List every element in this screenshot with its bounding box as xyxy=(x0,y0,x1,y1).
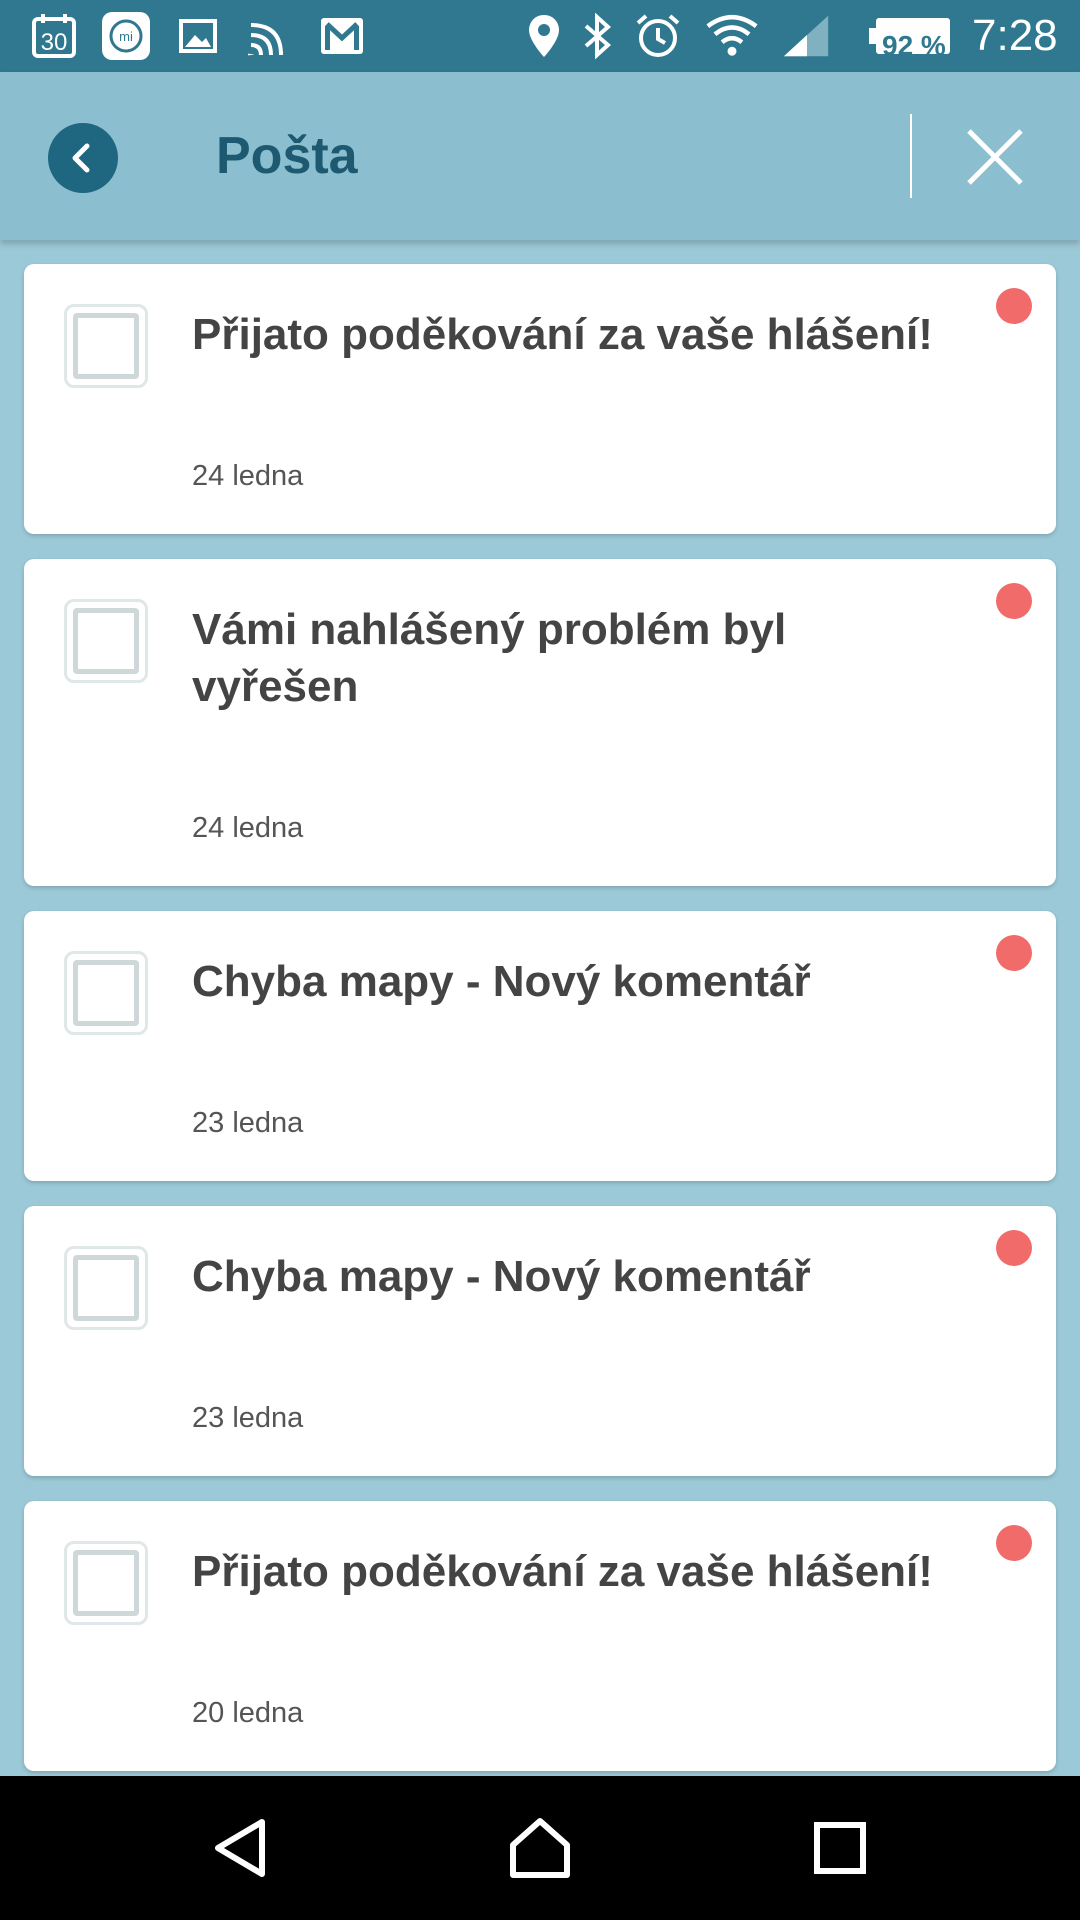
alarm-icon xyxy=(632,10,684,62)
message-title: Přijato poděkování za vaše hlášení! xyxy=(192,1547,933,1596)
svg-text:mi: mi xyxy=(119,29,133,44)
unread-indicator xyxy=(996,583,1032,619)
message-title: Vámi nahlášený problém byl vyřešen xyxy=(192,605,787,711)
message-date: 20 ledna xyxy=(192,1697,304,1729)
message-checkbox[interactable] xyxy=(64,1541,148,1625)
unread-indicator xyxy=(996,288,1032,324)
message-checkbox[interactable] xyxy=(64,304,148,388)
message-list: Přijato poděkování za vaše hlášení! 24 l… xyxy=(24,264,1056,1796)
header-divider xyxy=(910,114,912,198)
message-item[interactable]: Chyba mapy - Nový komentář 23 ledna xyxy=(24,911,1056,1181)
nav-home-button[interactable] xyxy=(504,1812,576,1884)
message-checkbox[interactable] xyxy=(64,951,148,1035)
status-bar: 30 mi 92 % 7:28 xyxy=(0,0,1080,72)
nav-recents-button[interactable] xyxy=(804,1812,876,1884)
signal-icon xyxy=(780,10,832,62)
battery-level: 92 % xyxy=(882,30,946,61)
svg-text:30: 30 xyxy=(41,29,68,56)
navigation-bar xyxy=(0,1776,1080,1920)
message-date: 23 ledna xyxy=(192,1107,304,1139)
chevron-left-icon xyxy=(72,143,90,173)
unread-indicator xyxy=(996,1230,1032,1266)
message-title: Chyba mapy - Nový komentář xyxy=(192,1252,811,1301)
message-item[interactable]: Chyba mapy - Nový komentář 23 ledna xyxy=(24,1206,1056,1476)
recents-icon xyxy=(814,1822,866,1874)
page-title: Pošta xyxy=(216,127,358,185)
calendar-icon: 30 xyxy=(28,10,80,62)
gmail-icon xyxy=(316,10,368,62)
app-header: Pošta xyxy=(0,72,1080,240)
message-checkbox[interactable] xyxy=(64,1246,148,1330)
cast-icon xyxy=(244,10,296,62)
back-button[interactable] xyxy=(48,123,118,193)
nav-back-button[interactable] xyxy=(204,1812,276,1884)
bluetooth-icon xyxy=(572,10,624,62)
message-date: 24 ledna xyxy=(192,460,304,492)
message-item[interactable]: Vámi nahlášený problém byl vyřešen 24 le… xyxy=(24,559,1056,886)
message-date: 23 ledna xyxy=(192,1402,304,1434)
location-icon xyxy=(518,10,570,62)
close-icon xyxy=(967,129,1023,185)
close-button[interactable] xyxy=(962,124,1028,190)
message-item[interactable]: Přijato poděkování za vaše hlášení! 20 l… xyxy=(24,1501,1056,1771)
unread-indicator xyxy=(996,935,1032,971)
mi-icon: mi xyxy=(100,10,152,62)
home-icon xyxy=(510,1818,570,1878)
wifi-icon xyxy=(706,10,758,62)
message-date: 24 ledna xyxy=(192,812,304,844)
message-item[interactable]: Přijato poděkování za vaše hlášení! 24 l… xyxy=(24,264,1056,534)
triangle-back-icon xyxy=(215,1819,265,1877)
message-title: Chyba mapy - Nový komentář xyxy=(192,957,811,1006)
message-checkbox[interactable] xyxy=(64,599,148,683)
clock: 7:28 xyxy=(972,11,1058,60)
unread-indicator xyxy=(996,1525,1032,1561)
gallery-icon xyxy=(172,10,224,62)
message-title: Přijato poděkování za vaše hlášení! xyxy=(192,310,933,359)
